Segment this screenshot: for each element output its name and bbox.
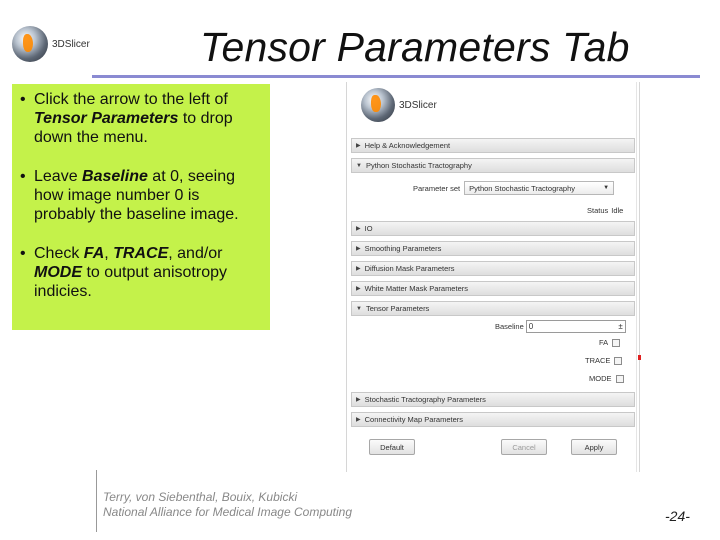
bullet-item: Click the arrow to the left of Tensor Pa… [20, 90, 262, 147]
status-value: Idle [611, 206, 624, 215]
section-expanded-arrow-icon: ▼ [356, 305, 362, 312]
section-python-stochastic-tractography[interactable]: ▼ Python Stochastic Tractography [351, 158, 635, 173]
fa-label: FA [599, 338, 609, 347]
section-collapsed-arrow-icon: ▶ [356, 246, 361, 252]
app-slicer-logo-text: 3DSlicer [399, 99, 437, 111]
slicer-logo: 3DSlicer [12, 26, 90, 62]
status-row: Status Idle [587, 206, 623, 215]
section-collapsed-arrow-icon: ▶ [356, 397, 361, 403]
slicer-logo-text: 3DSlicer [52, 38, 90, 50]
trace-row: TRACE [585, 356, 623, 365]
fa-row: FA [599, 338, 621, 347]
section-stochastic-tractography-parameters[interactable]: ▶ Stochastic Tractography Parameters [351, 392, 635, 407]
section-white-matter-mask-parameters[interactable]: ▶ White Matter Mask Parameters [351, 281, 635, 296]
section-collapsed-arrow-icon: ▶ [356, 226, 361, 232]
footer-organization: National Alliance for Medical Image Comp… [103, 505, 353, 519]
section-tensor-parameters[interactable]: ▼ Tensor Parameters [351, 301, 635, 316]
section-collapsed-arrow-icon: ▶ [356, 286, 361, 292]
bullet-item: Check FA, TRACE, and/or MODE to output a… [20, 244, 262, 301]
title-divider [92, 75, 700, 78]
bullet-item: Leave Baseline at 0, seeing how image nu… [20, 167, 262, 224]
trace-checkbox[interactable] [614, 356, 623, 365]
trace-label: TRACE [585, 356, 611, 365]
footer-authors: Terry, von Siebenthal, Bouix, Kubicki [103, 490, 298, 504]
section-collapsed-arrow-icon: ▶ [356, 266, 361, 272]
fa-checkbox[interactable] [612, 338, 621, 347]
section-diffusion-mask-parameters[interactable]: ▶ Diffusion Mask Parameters [351, 261, 635, 276]
cancel-button[interactable]: Cancel [501, 439, 547, 455]
section-smoothing-parameters[interactable]: ▶ Smoothing Parameters [351, 241, 635, 256]
app-slicer-logo: 3DSlicer [361, 88, 437, 122]
section-collapsed-arrow-icon: ▶ [356, 143, 361, 149]
chevron-down-icon: ▼ [603, 185, 610, 191]
slicer-logo-icon [12, 26, 48, 62]
slicer-module-panel: 3DSlicer ▶ Help & Acknowledgement ▼ Pyth… [346, 82, 640, 472]
parameter-set-dropdown[interactable]: Python Stochastic Tractography ▼ [464, 181, 615, 195]
parameter-set-value: Python Stochastic Tractography [469, 183, 575, 193]
slide-number: -24- [665, 508, 690, 524]
baseline-value: 0 [528, 322, 534, 331]
parameter-set-label: Parameter set [413, 183, 461, 193]
section-connectivity-map-parameters[interactable]: ▶ Connectivity Map Parameters [351, 412, 635, 427]
app-slicer-logo-icon [361, 88, 395, 122]
status-label: Status [587, 206, 609, 215]
section-expanded-arrow-icon: ▼ [356, 162, 362, 169]
slide-title: Tensor Parameters Tab [200, 24, 630, 70]
baseline-spinbox[interactable]: 0 ± [525, 320, 626, 333]
parameter-set-row: Parameter set Python Stochastic Tractogr… [413, 181, 615, 195]
instructions-box: Click the arrow to the left of Tensor Pa… [12, 84, 270, 330]
reset-button[interactable]: Default [369, 439, 415, 455]
section-help-acknowledgement[interactable]: ▶ Help & Acknowledgement [351, 138, 635, 153]
spin-arrows-icon[interactable]: ± [618, 322, 622, 330]
mode-checkbox[interactable] [615, 374, 624, 383]
baseline-label: Baseline [495, 322, 524, 331]
footer-credits: Terry, von Siebenthal, Bouix, Kubicki Na… [103, 490, 352, 520]
baseline-row: Baseline 0 ± [495, 320, 626, 333]
footer-divider [96, 470, 97, 532]
edge-marker [638, 355, 641, 360]
mode-label: MODE [589, 374, 612, 383]
panel-scrollbar[interactable] [636, 82, 640, 472]
apply-button[interactable]: Apply [571, 439, 617, 455]
section-io[interactable]: ▶ IO [351, 221, 635, 236]
section-collapsed-arrow-icon: ▶ [356, 417, 361, 423]
mode-row: MODE [589, 374, 624, 383]
